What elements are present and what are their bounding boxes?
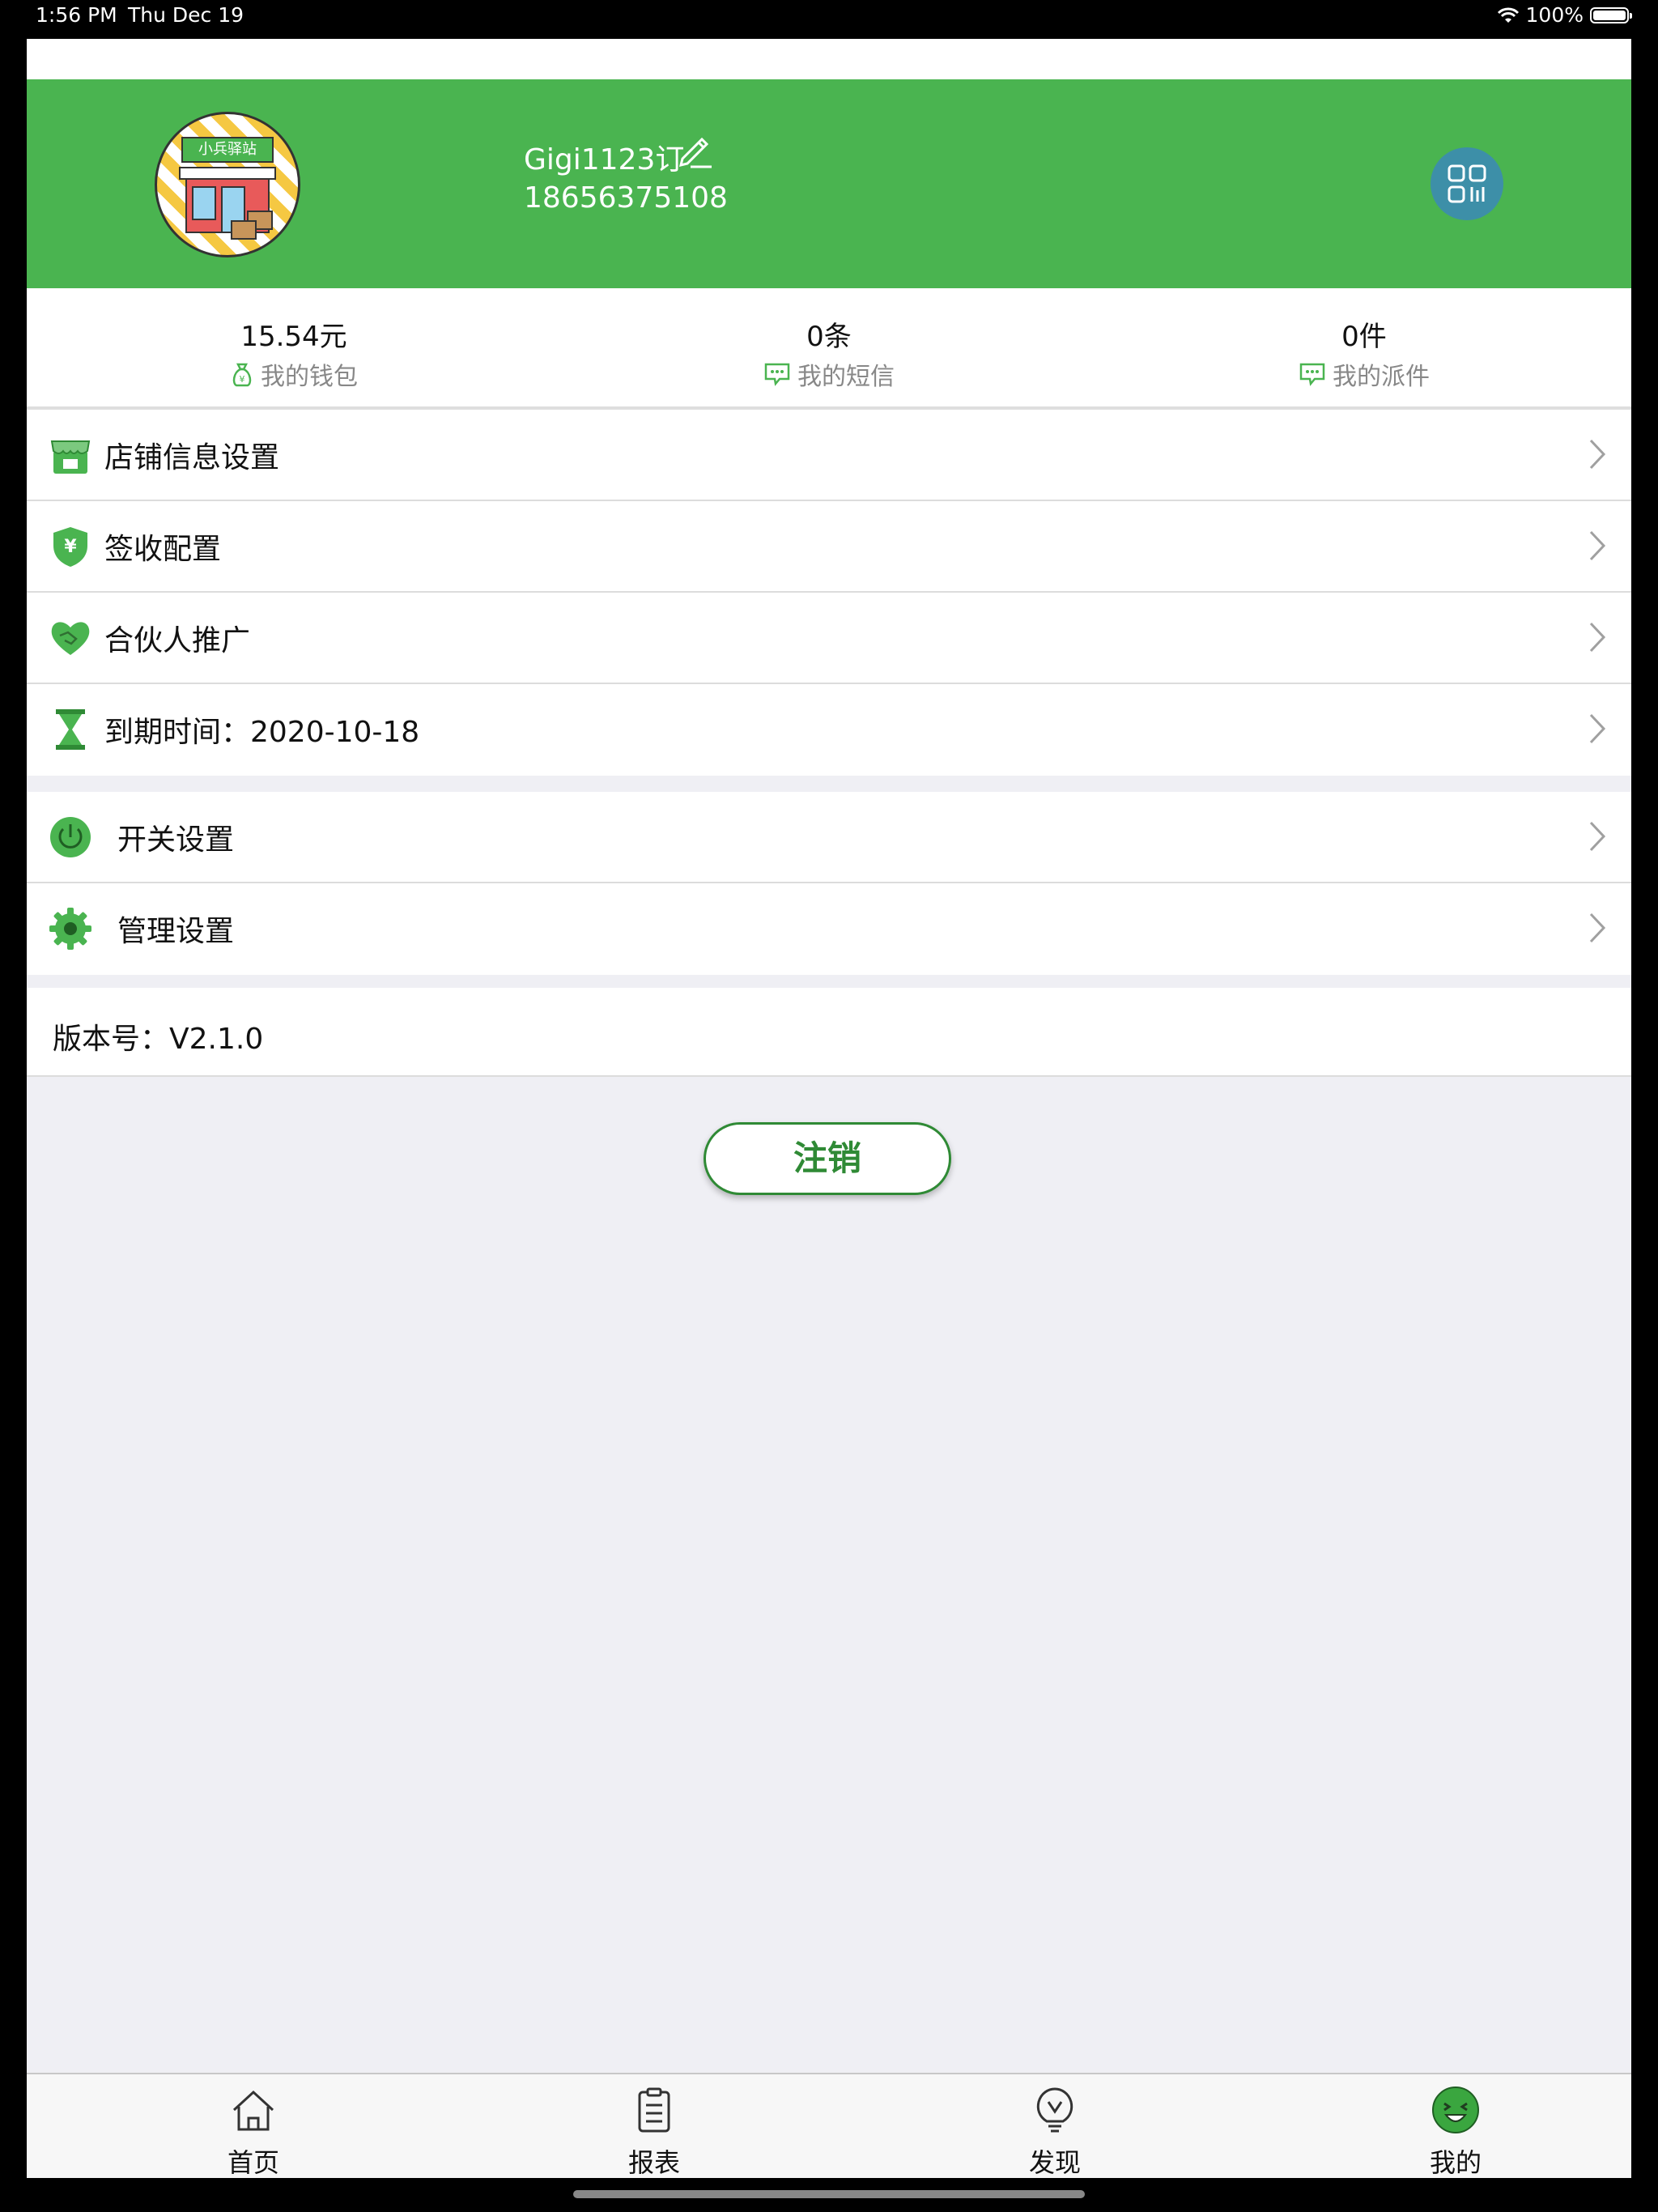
qr-code-icon xyxy=(1448,164,1486,203)
svg-text:¥: ¥ xyxy=(240,374,245,385)
store-illustration xyxy=(179,167,276,240)
tab-bar: 首页 报表 发现 我的 xyxy=(27,2073,1631,2178)
menu-item-partner-promo[interactable]: 合伙人推广 xyxy=(27,593,1631,684)
menu-label: 管理设置 xyxy=(117,915,235,948)
status-date: Thu Dec 19 xyxy=(128,3,244,27)
user-name: Gigi1123订 xyxy=(524,143,685,177)
status-bar: 1:56 PM Thu Dec 19 100% xyxy=(0,0,1658,32)
avatar-sign: 小兵驿站 xyxy=(181,137,274,163)
tab-label: 发现 xyxy=(1028,2147,1081,2178)
chevron-right-icon xyxy=(1589,713,1606,744)
delivery-stat[interactable]: 0件 我的派件 xyxy=(1097,288,1631,406)
chevron-right-icon xyxy=(1589,821,1606,852)
message-icon xyxy=(1299,363,1325,386)
chevron-right-icon xyxy=(1589,530,1606,561)
power-icon xyxy=(48,815,93,860)
battery-icon xyxy=(1590,6,1632,23)
version-text: 版本号：V2.1.0 xyxy=(53,1023,264,1056)
edit-icon[interactable] xyxy=(674,130,715,170)
gear-icon xyxy=(48,906,93,951)
chevron-right-icon xyxy=(1589,912,1606,943)
wifi-icon xyxy=(1497,7,1519,23)
svg-text:¥: ¥ xyxy=(64,537,77,557)
home-icon xyxy=(232,2090,274,2131)
version-row: 版本号：V2.1.0 xyxy=(27,988,1631,1077)
menu-group-1: 店铺信息设置 ¥ 签收配置 合伙人推广 到期时间：2020-10-18 xyxy=(27,410,1631,776)
delivery-value: 0件 xyxy=(1341,321,1387,353)
battery-percent: 100% xyxy=(1525,3,1584,27)
menu-item-admin-settings[interactable]: 管理设置 xyxy=(27,883,1631,975)
tab-mine[interactable]: 我的 xyxy=(1375,2074,1537,2178)
tab-label: 首页 xyxy=(227,2147,279,2178)
message-icon xyxy=(764,363,790,386)
wallet-label: 我的钱包 xyxy=(261,363,358,391)
menu-label: 开关设置 xyxy=(117,823,235,857)
lightbulb-icon xyxy=(1036,2087,1073,2133)
money-bag-icon: ¥ xyxy=(232,363,252,387)
handshake-heart-icon xyxy=(48,615,93,661)
sms-label-row: 我的短信 xyxy=(562,356,1096,392)
stats-row: 15.54元 ¥ 我的钱包 0条 我的短信 0件 我的派件 xyxy=(27,288,1631,410)
sms-stat[interactable]: 0条 我的短信 xyxy=(562,288,1096,406)
tab-label: 报表 xyxy=(627,2147,680,2178)
chevron-right-icon xyxy=(1589,622,1606,653)
wallet-stat[interactable]: 15.54元 ¥ 我的钱包 xyxy=(27,288,561,406)
tab-discover[interactable]: 发现 xyxy=(974,2074,1136,2178)
delivery-label-row: 我的派件 xyxy=(1097,356,1631,392)
nav-bar xyxy=(27,39,1631,79)
tab-home[interactable]: 首页 xyxy=(172,2074,334,2178)
app-screen: 小兵驿站 Gigi1123订 18656375108 15.54元 ¥ 我的钱包… xyxy=(27,39,1631,2178)
store-icon xyxy=(48,432,93,478)
smiley-icon xyxy=(1432,2087,1479,2133)
status-right: 100% xyxy=(1497,3,1632,27)
menu-label: 合伙人推广 xyxy=(104,624,251,657)
menu-label: 店铺信息设置 xyxy=(104,441,280,474)
wallet-value: 15.54元 xyxy=(240,321,347,353)
hourglass-icon xyxy=(48,707,93,752)
menu-group-2: 开关设置 管理设置 xyxy=(27,792,1631,975)
logout-button[interactable]: 注销 xyxy=(704,1122,951,1195)
menu-label: 到期时间：2020-10-18 xyxy=(104,716,420,749)
menu-item-expiry[interactable]: 到期时间：2020-10-18 xyxy=(27,684,1631,776)
chevron-right-icon xyxy=(1589,439,1606,470)
user-phone: 18656375108 xyxy=(524,181,728,215)
tab-reports[interactable]: 报表 xyxy=(573,2074,735,2178)
avatar[interactable]: 小兵驿站 xyxy=(155,112,300,257)
qr-code-button[interactable] xyxy=(1431,147,1503,220)
menu-item-switch-settings[interactable]: 开关设置 xyxy=(27,792,1631,883)
clipboard-icon xyxy=(638,2087,670,2133)
tab-label: 我的 xyxy=(1429,2147,1482,2178)
shield-yen-icon: ¥ xyxy=(48,524,93,569)
delivery-label: 我的派件 xyxy=(1333,363,1430,391)
menu-item-sign-config[interactable]: ¥ 签收配置 xyxy=(27,501,1631,593)
home-indicator xyxy=(573,2190,1085,2198)
sms-value: 0条 xyxy=(806,321,852,353)
profile-header: 小兵驿站 Gigi1123订 18656375108 xyxy=(27,79,1631,288)
wallet-label-row: ¥ 我的钱包 xyxy=(27,356,561,392)
status-time: 1:56 PM xyxy=(36,3,117,27)
menu-label: 签收配置 xyxy=(104,533,222,566)
sms-label: 我的短信 xyxy=(797,363,895,391)
menu-item-store-settings[interactable]: 店铺信息设置 xyxy=(27,410,1631,501)
